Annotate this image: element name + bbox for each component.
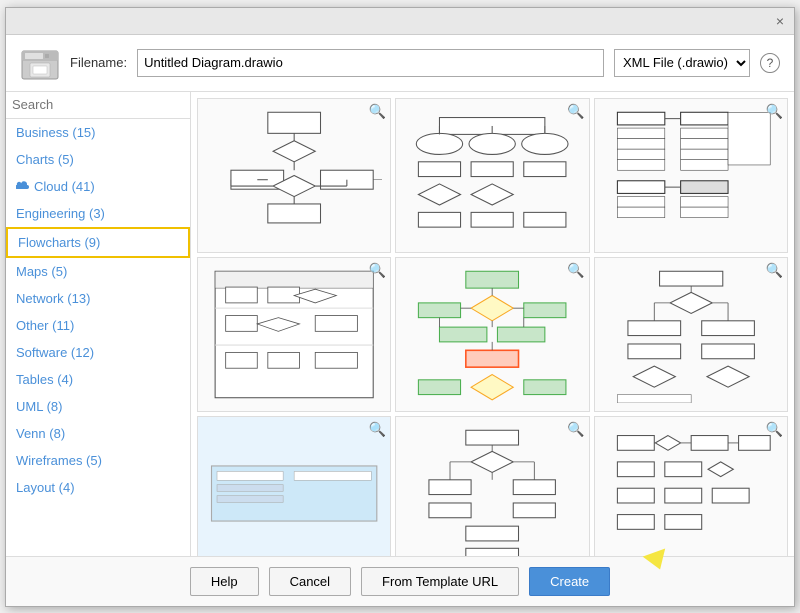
zoom-icon-1[interactable]: 🔍 [369, 103, 386, 120]
category-label: Venn (8) [16, 426, 65, 441]
title-bar: × [6, 8, 794, 35]
from-template-url-button[interactable]: From Template URL [361, 567, 519, 596]
main-content: 🔍 Business (15) Charts (5) Cloud (41) Engin… [6, 92, 794, 556]
zoom-icon-3[interactable]: 🔍 [766, 103, 783, 120]
category-label: Charts (5) [16, 152, 74, 167]
category-label: Layout (4) [16, 480, 75, 495]
cancel-button[interactable]: Cancel [269, 567, 351, 596]
category-label: Maps (5) [16, 264, 67, 279]
template-thumb-8[interactable]: 🔍 [395, 416, 589, 556]
template-thumb-7[interactable]: 🔍 [197, 416, 391, 556]
zoom-icon-4[interactable]: 🔍 [369, 262, 386, 279]
sidebar-item-maps[interactable]: Maps (5) [6, 258, 190, 285]
sidebar-item-charts[interactable]: Charts (5) [6, 146, 190, 173]
sidebar-item-flowcharts[interactable]: Flowcharts (9) [6, 227, 190, 258]
zoom-icon-6[interactable]: 🔍 [766, 262, 783, 279]
category-label: Business (15) [16, 125, 95, 140]
category-label: UML (8) [16, 399, 62, 414]
help-button[interactable]: Help [190, 567, 259, 596]
zoom-icon-9[interactable]: 🔍 [766, 421, 783, 438]
close-button[interactable]: × [772, 12, 788, 30]
sidebar-item-venn[interactable]: Venn (8) [6, 420, 190, 447]
category-label: Network (13) [16, 291, 90, 306]
templates-area: 🔍 [191, 92, 794, 556]
template-thumb-9[interactable]: 🔍 [594, 416, 788, 556]
sidebar-item-business[interactable]: Business (15) [6, 119, 190, 146]
filename-input[interactable] [137, 49, 604, 77]
search-box: 🔍 [6, 92, 190, 119]
help-icon-circle[interactable]: ? [760, 53, 780, 73]
category-list: Business (15) Charts (5) Cloud (41) Enginee… [6, 119, 190, 556]
sidebar-item-layout[interactable]: Layout (4) [6, 474, 190, 501]
zoom-icon-5[interactable]: 🔍 [567, 262, 584, 279]
footer-row: Help Cancel From Template URL Create [6, 556, 794, 606]
dialog: × Filename: XML File (.drawio) PNG File … [5, 7, 795, 607]
sidebar-item-wireframes[interactable]: Wireframes (5) [6, 447, 190, 474]
template-thumb-6[interactable]: 🔍 [594, 257, 788, 412]
category-label: Tables (4) [16, 372, 73, 387]
create-button[interactable]: Create [529, 567, 610, 596]
sidebar-item-cloud[interactable]: Cloud (41) [6, 173, 190, 200]
cloud-icon [16, 179, 30, 194]
filetype-select[interactable]: XML File (.drawio) PNG File (.png) SVG F… [614, 49, 750, 77]
sidebar-item-software[interactable]: Software (12) [6, 339, 190, 366]
filename-label: Filename: [70, 55, 127, 70]
category-label: Wireframes (5) [16, 453, 102, 468]
template-thumb-1[interactable]: 🔍 [197, 98, 391, 253]
sidebar-item-network[interactable]: Network (13) [6, 285, 190, 312]
header-row: Filename: XML File (.drawio) PNG File (.… [6, 35, 794, 92]
zoom-icon-8[interactable]: 🔍 [567, 421, 584, 438]
search-input[interactable] [12, 97, 188, 112]
sidebar-item-engineering[interactable]: Engineering (3) [6, 200, 190, 227]
sidebar-item-tables[interactable]: Tables (4) [6, 366, 190, 393]
zoom-icon-2[interactable]: 🔍 [567, 103, 584, 120]
template-thumb-4[interactable]: 🔍 [197, 257, 391, 412]
template-thumb-3[interactable]: 🔍 [594, 98, 788, 253]
template-thumb-5[interactable]: 🔍 [395, 257, 589, 412]
sidebar-item-uml[interactable]: UML (8) [6, 393, 190, 420]
zoom-icon-7[interactable]: 🔍 [369, 421, 386, 438]
category-label: Flowcharts (9) [18, 235, 100, 250]
category-label: Software (12) [16, 345, 94, 360]
category-label: Cloud (41) [34, 179, 95, 194]
disk-icon [20, 45, 60, 81]
sidebar-item-other[interactable]: Other (11) [6, 312, 190, 339]
category-label: Engineering (3) [16, 206, 105, 221]
category-label: Other (11) [16, 318, 74, 333]
template-thumb-2[interactable]: 🔍 [395, 98, 589, 253]
sidebar: 🔍 Business (15) Charts (5) Cloud (41) Engin… [6, 92, 191, 556]
